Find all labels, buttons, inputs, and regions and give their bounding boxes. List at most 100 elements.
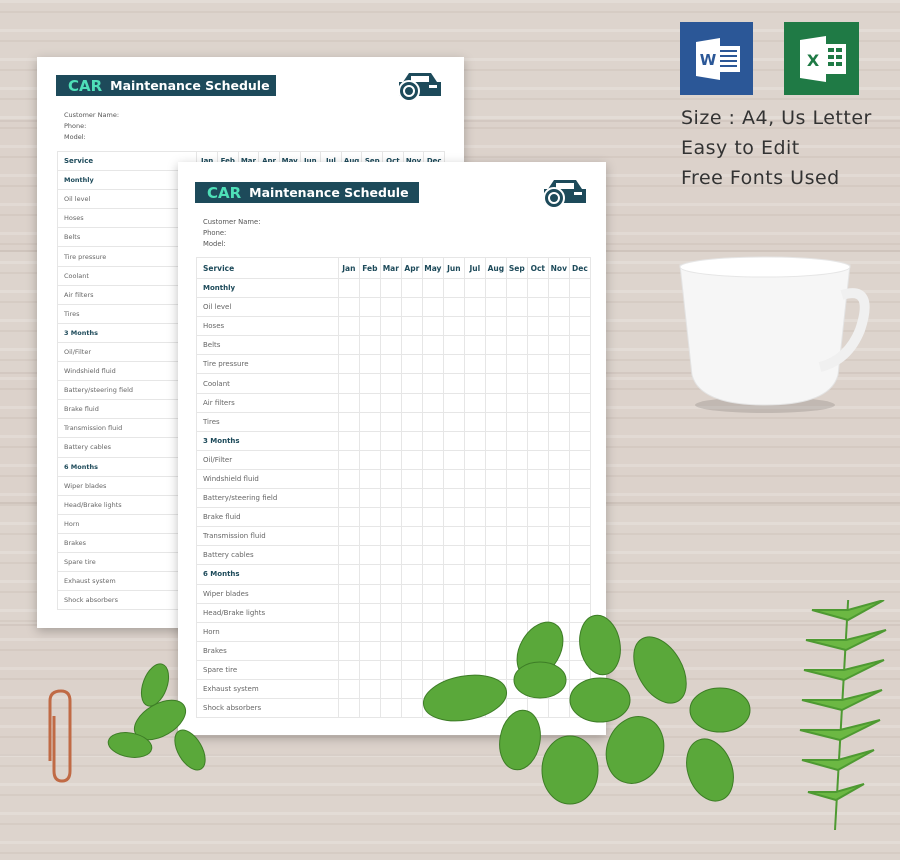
schedule-cell[interactable] [421, 373, 444, 394]
schedule-cell[interactable] [505, 335, 528, 356]
schedule-cell[interactable] [379, 316, 402, 337]
schedule-cell[interactable] [547, 430, 570, 451]
schedule-cell[interactable] [568, 277, 592, 299]
schedule-cell[interactable] [337, 354, 360, 375]
schedule-cell[interactable] [463, 430, 486, 451]
schedule-cell[interactable] [400, 316, 423, 337]
schedule-cell[interactable] [547, 545, 570, 566]
schedule-cell[interactable] [400, 277, 423, 299]
schedule-cell[interactable] [463, 411, 486, 432]
schedule-cell[interactable] [547, 373, 570, 394]
schedule-cell[interactable] [400, 564, 423, 585]
schedule-cell[interactable] [505, 354, 528, 375]
schedule-cell[interactable] [337, 373, 360, 394]
schedule-cell[interactable] [526, 449, 549, 470]
schedule-cell[interactable] [568, 545, 592, 566]
schedule-cell[interactable] [442, 373, 465, 394]
schedule-cell[interactable] [463, 354, 486, 375]
schedule-cell[interactable] [379, 564, 402, 585]
schedule-cell[interactable] [358, 316, 381, 337]
schedule-cell[interactable] [568, 335, 592, 356]
schedule-cell[interactable] [568, 297, 592, 318]
schedule-cell[interactable] [463, 507, 486, 528]
schedule-cell[interactable] [400, 507, 423, 528]
schedule-cell[interactable] [484, 392, 507, 413]
schedule-cell[interactable] [547, 526, 570, 547]
schedule-cell[interactable] [421, 430, 444, 451]
schedule-cell[interactable] [526, 564, 549, 585]
schedule-cell[interactable] [421, 488, 444, 509]
schedule-cell[interactable] [400, 526, 423, 547]
schedule-cell[interactable] [379, 297, 402, 318]
schedule-cell[interactable] [568, 526, 592, 547]
schedule-cell[interactable] [442, 449, 465, 470]
schedule-cell[interactable] [484, 316, 507, 337]
schedule-cell[interactable] [379, 354, 402, 375]
schedule-cell[interactable] [379, 507, 402, 528]
schedule-cell[interactable] [400, 297, 423, 318]
schedule-cell[interactable] [547, 564, 570, 585]
schedule-cell[interactable] [505, 411, 528, 432]
schedule-cell[interactable] [505, 526, 528, 547]
schedule-cell[interactable] [505, 449, 528, 470]
schedule-cell[interactable] [400, 373, 423, 394]
schedule-cell[interactable] [484, 488, 507, 509]
schedule-cell[interactable] [463, 468, 486, 490]
schedule-cell[interactable] [358, 392, 381, 413]
schedule-cell[interactable] [484, 526, 507, 547]
schedule-cell[interactable] [358, 430, 381, 451]
schedule-cell[interactable] [526, 354, 549, 375]
schedule-cell[interactable] [358, 526, 381, 547]
schedule-cell[interactable] [526, 373, 549, 394]
schedule-cell[interactable] [442, 354, 465, 375]
schedule-cell[interactable] [484, 277, 507, 299]
schedule-cell[interactable] [421, 335, 444, 356]
schedule-cell[interactable] [505, 297, 528, 318]
schedule-cell[interactable] [505, 430, 528, 451]
schedule-cell[interactable] [400, 545, 423, 566]
schedule-cell[interactable] [400, 335, 423, 356]
schedule-cell[interactable] [463, 316, 486, 337]
schedule-cell[interactable] [337, 507, 360, 528]
schedule-cell[interactable] [505, 488, 528, 509]
schedule-cell[interactable] [505, 545, 528, 566]
schedule-cell[interactable] [337, 449, 360, 470]
schedule-cell[interactable] [358, 545, 381, 566]
schedule-cell[interactable] [547, 316, 570, 337]
schedule-cell[interactable] [463, 277, 486, 299]
schedule-cell[interactable] [358, 354, 381, 375]
schedule-cell[interactable] [484, 411, 507, 432]
schedule-cell[interactable] [421, 526, 444, 547]
schedule-cell[interactable] [547, 507, 570, 528]
schedule-cell[interactable] [463, 392, 486, 413]
schedule-cell[interactable] [484, 373, 507, 394]
schedule-cell[interactable] [526, 316, 549, 337]
schedule-cell[interactable] [379, 373, 402, 394]
schedule-cell[interactable] [379, 488, 402, 509]
schedule-cell[interactable] [421, 564, 444, 585]
schedule-cell[interactable] [526, 411, 549, 432]
schedule-cell[interactable] [568, 354, 592, 375]
schedule-cell[interactable] [526, 392, 549, 413]
schedule-cell[interactable] [337, 564, 360, 585]
schedule-cell[interactable] [358, 335, 381, 356]
schedule-cell[interactable] [568, 564, 592, 585]
schedule-cell[interactable] [568, 392, 592, 413]
schedule-cell[interactable] [547, 354, 570, 375]
schedule-cell[interactable] [337, 335, 360, 356]
schedule-cell[interactable] [421, 277, 444, 299]
schedule-cell[interactable] [442, 468, 465, 490]
schedule-cell[interactable] [547, 297, 570, 318]
schedule-cell[interactable] [547, 449, 570, 470]
schedule-cell[interactable] [337, 316, 360, 337]
schedule-cell[interactable] [526, 545, 549, 566]
schedule-cell[interactable] [400, 411, 423, 432]
schedule-cell[interactable] [526, 468, 549, 490]
schedule-cell[interactable] [337, 468, 360, 490]
schedule-cell[interactable] [547, 335, 570, 356]
schedule-cell[interactable] [442, 277, 465, 299]
schedule-cell[interactable] [568, 468, 592, 490]
schedule-cell[interactable] [526, 277, 549, 299]
schedule-cell[interactable] [442, 411, 465, 432]
schedule-cell[interactable] [463, 373, 486, 394]
